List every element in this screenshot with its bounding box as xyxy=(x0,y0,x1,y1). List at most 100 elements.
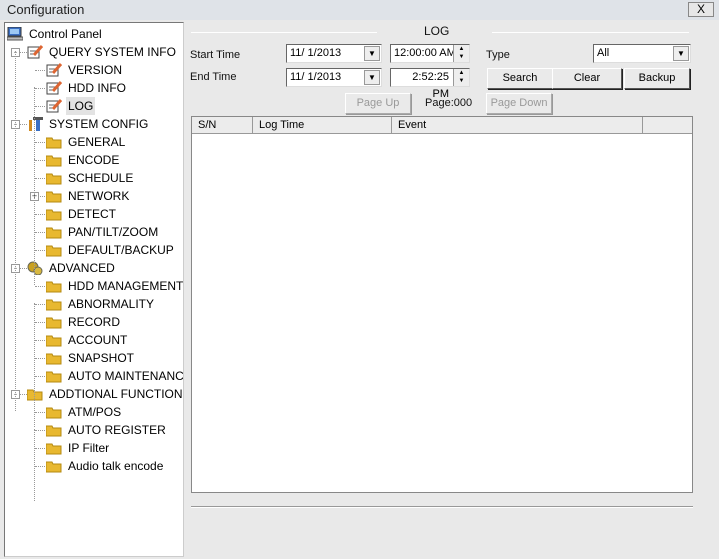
divider xyxy=(191,506,693,508)
tree-item[interactable]: - SYSTEM CONFIG xyxy=(5,115,183,133)
tree-item-label: IP Filter xyxy=(68,441,110,455)
column-header-extra[interactable] xyxy=(643,117,692,134)
tree-item[interactable]: - ADDTIONAL FUNCTION xyxy=(5,385,183,403)
tree-item[interactable]: SCHEDULE xyxy=(5,169,183,187)
page-down-button[interactable]: Page Down xyxy=(486,93,552,114)
tree-connector xyxy=(35,70,45,71)
tree-item[interactable]: ABNORMALITY xyxy=(5,295,183,313)
tree-item[interactable]: - QUERY SYSTEM INFO xyxy=(5,43,183,61)
title-bar: Configuration X xyxy=(0,0,719,20)
tree-item-label: HDD MANAGEMENT xyxy=(68,279,184,293)
column-header-sn[interactable]: S/N xyxy=(192,117,253,134)
tree-item[interactable]: DETECT xyxy=(5,205,183,223)
heading-line-left xyxy=(191,32,377,33)
tree-connector xyxy=(35,178,45,179)
start-date-picker[interactable]: 11/ 1/2013 ▼ xyxy=(286,44,382,63)
tree-item[interactable]: Audio talk encode xyxy=(5,457,183,475)
tree-item-label: AUTO MAINTENANCE xyxy=(68,369,184,383)
tree-item-label: DETECT xyxy=(68,207,116,221)
folder-icon xyxy=(45,189,62,203)
tree-item[interactable]: ACCOUNT xyxy=(5,331,183,349)
tree-item[interactable]: AUTO MAINTENANCE xyxy=(5,367,184,385)
page-indicator: Page:000 xyxy=(425,97,473,109)
tree-item[interactable]: RECORD xyxy=(5,313,183,331)
type-select[interactable]: All ▼ xyxy=(593,44,691,63)
tree-item[interactable]: AUTO REGISTER xyxy=(5,421,183,439)
folder-icon xyxy=(45,171,62,185)
tree-item-label: SYSTEM CONFIG xyxy=(49,117,149,131)
tree-item[interactable]: HDD MANAGEMENT xyxy=(5,277,184,295)
start-time-label: Start Time xyxy=(190,49,241,61)
tree-item[interactable]: PAN/TILT/ZOOM xyxy=(5,223,183,241)
tree-guide-line xyxy=(34,303,35,427)
tree-item[interactable]: DEFAULT/BACKUP xyxy=(5,241,183,259)
computer-icon xyxy=(6,26,24,41)
clear-button[interactable]: Clear xyxy=(552,68,622,89)
chevron-down-icon[interactable]: ▼ xyxy=(364,70,380,85)
backup-button[interactable]: Backup xyxy=(624,68,690,89)
tree-item[interactable]: VERSION xyxy=(5,61,183,79)
tree-item[interactable]: + NETWORK xyxy=(5,187,183,205)
chevron-down-icon[interactable]: ▼ xyxy=(673,46,689,61)
folder-icon xyxy=(45,225,62,239)
folder-icon xyxy=(45,207,62,221)
notepad-pencil-icon xyxy=(46,63,63,77)
folder-icon xyxy=(45,405,62,419)
tree-item[interactable]: ATM/POS xyxy=(5,403,183,421)
folder-icon xyxy=(45,135,62,149)
tree-connector xyxy=(35,376,45,377)
column-header-log-time[interactable]: Log Time xyxy=(253,117,392,134)
spinner-icon[interactable]: ▲ ▼ xyxy=(453,45,469,62)
folder-icon xyxy=(45,351,62,365)
tree-item-label: ACCOUNT xyxy=(68,333,128,347)
tree-item[interactable]: SNAPSHOT xyxy=(5,349,183,367)
tree-item[interactable]: Control Panel xyxy=(5,25,183,43)
tree-item-label: Control Panel xyxy=(29,27,102,41)
end-time-label: End Time xyxy=(190,71,237,83)
folder-icon xyxy=(45,297,62,311)
close-button[interactable]: X xyxy=(688,2,714,17)
start-date-value: 11/ 1/2013 xyxy=(290,47,342,59)
tree-connector xyxy=(35,232,45,233)
tree-item-label: HDD INFO xyxy=(68,81,126,95)
folder-icon xyxy=(45,369,62,383)
chevron-down-icon[interactable]: ▼ xyxy=(364,46,380,61)
tree-item-label: DEFAULT/BACKUP xyxy=(68,243,174,257)
log-table: S/N Log Time Event xyxy=(191,116,693,493)
tree-item-label: ADVANCED xyxy=(49,261,115,275)
start-time-field[interactable]: 12:00:00 AM ▲ ▼ xyxy=(390,44,470,63)
tree-item-label: Audio talk encode xyxy=(68,459,164,473)
tree-connector xyxy=(35,340,45,341)
tree-connector xyxy=(35,214,45,215)
end-date-picker[interactable]: 11/ 1/2013 ▼ xyxy=(286,68,382,87)
folder-icon xyxy=(45,441,62,455)
notepad-pencil-icon xyxy=(46,81,63,95)
notepad-pencil-icon xyxy=(46,99,63,113)
tools-icon xyxy=(27,117,43,131)
tree-item[interactable]: ENCODE xyxy=(5,151,183,169)
heading-line-right xyxy=(492,32,689,33)
tree-item[interactable]: IP Filter xyxy=(5,439,183,457)
tree-item[interactable]: HDD INFO xyxy=(5,79,183,97)
end-time-field[interactable]: 2:52:25 PM ▲ ▼ xyxy=(390,68,470,100)
tree-item-label: SNAPSHOT xyxy=(68,351,135,365)
tree-item-label: SCHEDULE xyxy=(68,171,134,185)
page-up-button[interactable]: Page Up xyxy=(345,93,411,114)
spinner-icon[interactable]: ▲ ▼ xyxy=(453,69,469,86)
notepad-pencil-icon xyxy=(27,45,44,59)
tree-connector xyxy=(35,304,45,305)
type-value: All xyxy=(597,47,610,59)
tree-connector xyxy=(35,322,45,323)
folder-icon xyxy=(45,315,62,329)
type-label: Type xyxy=(486,49,510,61)
window-title: Configuration xyxy=(7,2,85,17)
folder-icon xyxy=(45,459,62,473)
search-button[interactable]: Search xyxy=(487,68,553,89)
column-header-event[interactable]: Event xyxy=(392,117,643,134)
folder-icon xyxy=(45,333,62,347)
tree-item[interactable]: LOG xyxy=(5,97,183,115)
navigation-tree: Control Panel - QUERY SYSTEM INFO VERSION HD… xyxy=(4,22,184,557)
tree-item-label: RECORD xyxy=(68,315,121,329)
tree-item[interactable]: GENERAL xyxy=(5,133,183,151)
tree-item[interactable]: - ADVANCED xyxy=(5,259,183,277)
